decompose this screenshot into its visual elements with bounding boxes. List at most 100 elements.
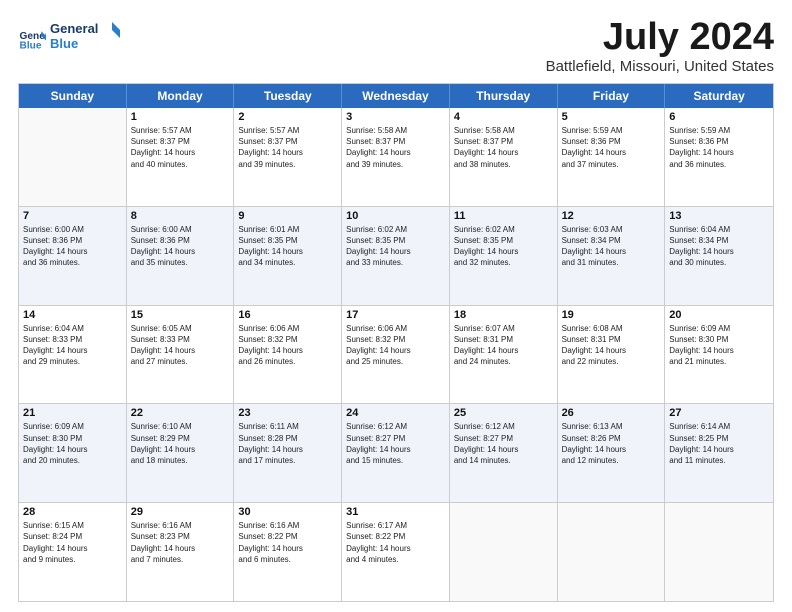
day-number: 28	[23, 506, 122, 518]
cell-details: Sunrise: 6:01 AMSunset: 8:35 PMDaylight:…	[238, 224, 337, 269]
cell-details: Sunrise: 6:03 AMSunset: 8:34 PMDaylight:…	[562, 224, 661, 269]
calendar-cell: 11Sunrise: 6:02 AMSunset: 8:35 PMDayligh…	[450, 207, 558, 305]
header-day-tuesday: Tuesday	[234, 84, 342, 108]
day-number: 4	[454, 111, 553, 123]
cell-details: Sunrise: 6:07 AMSunset: 8:31 PMDaylight:…	[454, 323, 553, 368]
cell-details: Sunrise: 5:57 AMSunset: 8:37 PMDaylight:…	[131, 125, 230, 170]
day-number: 12	[562, 210, 661, 222]
calendar-row-1: 1 Sunrise: 5:57 AMSunset: 8:37 PMDaylight…	[19, 108, 773, 207]
calendar-cell: 16 Sunrise: 6:06 AMSunset: 8:32 PMDayligh…	[234, 306, 342, 404]
calendar-body: 1 Sunrise: 5:57 AMSunset: 8:37 PMDaylight…	[19, 108, 773, 601]
calendar-cell: 14 Sunrise: 6:04 AMSunset: 8:33 PMDayligh…	[19, 306, 127, 404]
day-number: 10	[346, 210, 445, 222]
cell-details: Sunrise: 6:06 AMSunset: 8:32 PMDaylight:…	[238, 323, 337, 368]
cell-details: Sunrise: 5:58 AMSunset: 8:37 PMDaylight:…	[454, 125, 553, 170]
header-day-thursday: Thursday	[450, 84, 558, 108]
day-number: 21	[23, 407, 122, 419]
cell-details: Sunrise: 6:13 AMSunset: 8:26 PMDaylight:…	[562, 421, 661, 466]
cell-details: Sunrise: 6:02 AMSunset: 8:35 PMDaylight:…	[454, 224, 553, 269]
cell-details: Sunrise: 6:14 AMSunset: 8:25 PMDaylight:…	[669, 421, 769, 466]
cell-details: Sunrise: 6:16 AMSunset: 8:23 PMDaylight:…	[131, 520, 230, 565]
calendar-header: SundayMondayTuesdayWednesdayThursdayFrid…	[19, 84, 773, 108]
cell-details: Sunrise: 6:04 AMSunset: 8:33 PMDaylight:…	[23, 323, 122, 368]
cell-details: Sunrise: 6:16 AMSunset: 8:22 PMDaylight:…	[238, 520, 337, 565]
calendar-cell: 6Sunrise: 5:59 AMSunset: 8:36 PMDaylight…	[665, 108, 773, 206]
header-day-monday: Monday	[127, 84, 235, 108]
main-title: July 2024	[546, 18, 774, 56]
day-number: 18	[454, 309, 553, 321]
cell-details: Sunrise: 6:17 AMSunset: 8:22 PMDaylight:…	[346, 520, 445, 565]
cell-details: Sunrise: 6:12 AMSunset: 8:27 PMDaylight:…	[346, 421, 445, 466]
calendar-cell: 2Sunrise: 5:57 AMSunset: 8:37 PMDaylight…	[234, 108, 342, 206]
calendar-cell: 8 Sunrise: 6:00 AMSunset: 8:36 PMDaylight…	[127, 207, 235, 305]
cell-details: Sunrise: 6:05 AMSunset: 8:33 PMDaylight:…	[131, 323, 230, 368]
subtitle: Battlefield, Missouri, United States	[546, 58, 774, 75]
calendar-cell: 13 Sunrise: 6:04 AMSunset: 8:34 PMDayligh…	[665, 207, 773, 305]
cell-details: Sunrise: 6:15 AMSunset: 8:24 PMDaylight:…	[23, 520, 122, 565]
logo: General Blue General Blue	[18, 18, 120, 59]
cell-details: Sunrise: 5:57 AMSunset: 8:37 PMDaylight:…	[238, 125, 337, 170]
day-number: 6	[669, 111, 769, 123]
day-number: 16	[238, 309, 337, 321]
title-block: July 2024 Battlefield, Missouri, United …	[546, 18, 774, 75]
logo-icon: General Blue	[18, 25, 46, 53]
day-number: 30	[238, 506, 337, 518]
day-number: 27	[669, 407, 769, 419]
calendar-cell: 17 Sunrise: 6:06 AMSunset: 8:32 PMDayligh…	[342, 306, 450, 404]
calendar-cell: 10 Sunrise: 6:02 AMSunset: 8:35 PMDayligh…	[342, 207, 450, 305]
cell-details: Sunrise: 6:11 AMSunset: 8:28 PMDaylight:…	[238, 421, 337, 466]
calendar-cell	[558, 503, 666, 601]
calendar-cell: 26 Sunrise: 6:13 AMSunset: 8:26 PMDayligh…	[558, 404, 666, 502]
calendar-cell: 5 Sunrise: 5:59 AMSunset: 8:36 PMDaylight…	[558, 108, 666, 206]
calendar-row-3: 14 Sunrise: 6:04 AMSunset: 8:33 PMDayligh…	[19, 306, 773, 405]
calendar-cell: 20 Sunrise: 6:09 AMSunset: 8:30 PMDayligh…	[665, 306, 773, 404]
calendar-cell: 31 Sunrise: 6:17 AMSunset: 8:22 PMDayligh…	[342, 503, 450, 601]
day-number: 17	[346, 309, 445, 321]
day-number: 15	[131, 309, 230, 321]
cell-details: Sunrise: 6:00 AMSunset: 8:36 PMDaylight:…	[131, 224, 230, 269]
day-number: 31	[346, 506, 445, 518]
day-number: 24	[346, 407, 445, 419]
header-day-friday: Friday	[558, 84, 666, 108]
header: General Blue General Blue July 2024 Batt…	[18, 18, 774, 75]
cell-details: Sunrise: 5:59 AMSunset: 8:36 PMDaylight:…	[562, 125, 661, 170]
day-number: 14	[23, 309, 122, 321]
calendar-row-4: 21 Sunrise: 6:09 AMSunset: 8:30 PMDayligh…	[19, 404, 773, 503]
calendar-cell: 24 Sunrise: 6:12 AMSunset: 8:27 PMDayligh…	[342, 404, 450, 502]
day-number: 5	[562, 111, 661, 123]
day-number: 13	[669, 210, 769, 222]
calendar-cell: 23Sunrise: 6:11 AMSunset: 8:28 PMDayligh…	[234, 404, 342, 502]
cell-details: Sunrise: 6:08 AMSunset: 8:31 PMDaylight:…	[562, 323, 661, 368]
calendar-row-2: 7Sunrise: 6:00 AMSunset: 8:36 PMDaylight…	[19, 207, 773, 306]
cell-details: Sunrise: 6:04 AMSunset: 8:34 PMDaylight:…	[669, 224, 769, 269]
cell-details: Sunrise: 6:06 AMSunset: 8:32 PMDaylight:…	[346, 323, 445, 368]
cell-details: Sunrise: 6:09 AMSunset: 8:30 PMDaylight:…	[669, 323, 769, 368]
svg-text:Blue: Blue	[50, 36, 78, 51]
day-number: 8	[131, 210, 230, 222]
cell-details: Sunrise: 6:10 AMSunset: 8:29 PMDaylight:…	[131, 421, 230, 466]
calendar-cell: 21 Sunrise: 6:09 AMSunset: 8:30 PMDayligh…	[19, 404, 127, 502]
day-number: 9	[238, 210, 337, 222]
calendar-cell: 4 Sunrise: 5:58 AMSunset: 8:37 PMDaylight…	[450, 108, 558, 206]
calendar-cell: 29 Sunrise: 6:16 AMSunset: 8:23 PMDayligh…	[127, 503, 235, 601]
calendar-cell: 18 Sunrise: 6:07 AMSunset: 8:31 PMDayligh…	[450, 306, 558, 404]
svg-text:General: General	[50, 21, 98, 36]
svg-text:Blue: Blue	[20, 40, 42, 51]
day-number: 1	[131, 111, 230, 123]
header-day-saturday: Saturday	[665, 84, 773, 108]
day-number: 20	[669, 309, 769, 321]
calendar-cell: 22Sunrise: 6:10 AMSunset: 8:29 PMDayligh…	[127, 404, 235, 502]
cell-details: Sunrise: 6:12 AMSunset: 8:27 PMDaylight:…	[454, 421, 553, 466]
cell-details: Sunrise: 6:09 AMSunset: 8:30 PMDaylight:…	[23, 421, 122, 466]
calendar-cell: 3Sunrise: 5:58 AMSunset: 8:37 PMDaylight…	[342, 108, 450, 206]
calendar-cell: 28 Sunrise: 6:15 AMSunset: 8:24 PMDayligh…	[19, 503, 127, 601]
cell-details: Sunrise: 6:02 AMSunset: 8:35 PMDaylight:…	[346, 224, 445, 269]
cell-details: Sunrise: 5:58 AMSunset: 8:37 PMDaylight:…	[346, 125, 445, 170]
calendar-cell: 1 Sunrise: 5:57 AMSunset: 8:37 PMDaylight…	[127, 108, 235, 206]
cell-details: Sunrise: 6:00 AMSunset: 8:36 PMDaylight:…	[23, 224, 122, 269]
day-number: 26	[562, 407, 661, 419]
day-number: 29	[131, 506, 230, 518]
calendar-cell: 12 Sunrise: 6:03 AMSunset: 8:34 PMDayligh…	[558, 207, 666, 305]
calendar-cell: 25Sunrise: 6:12 AMSunset: 8:27 PMDayligh…	[450, 404, 558, 502]
calendar-cell: 15 Sunrise: 6:05 AMSunset: 8:33 PMDayligh…	[127, 306, 235, 404]
